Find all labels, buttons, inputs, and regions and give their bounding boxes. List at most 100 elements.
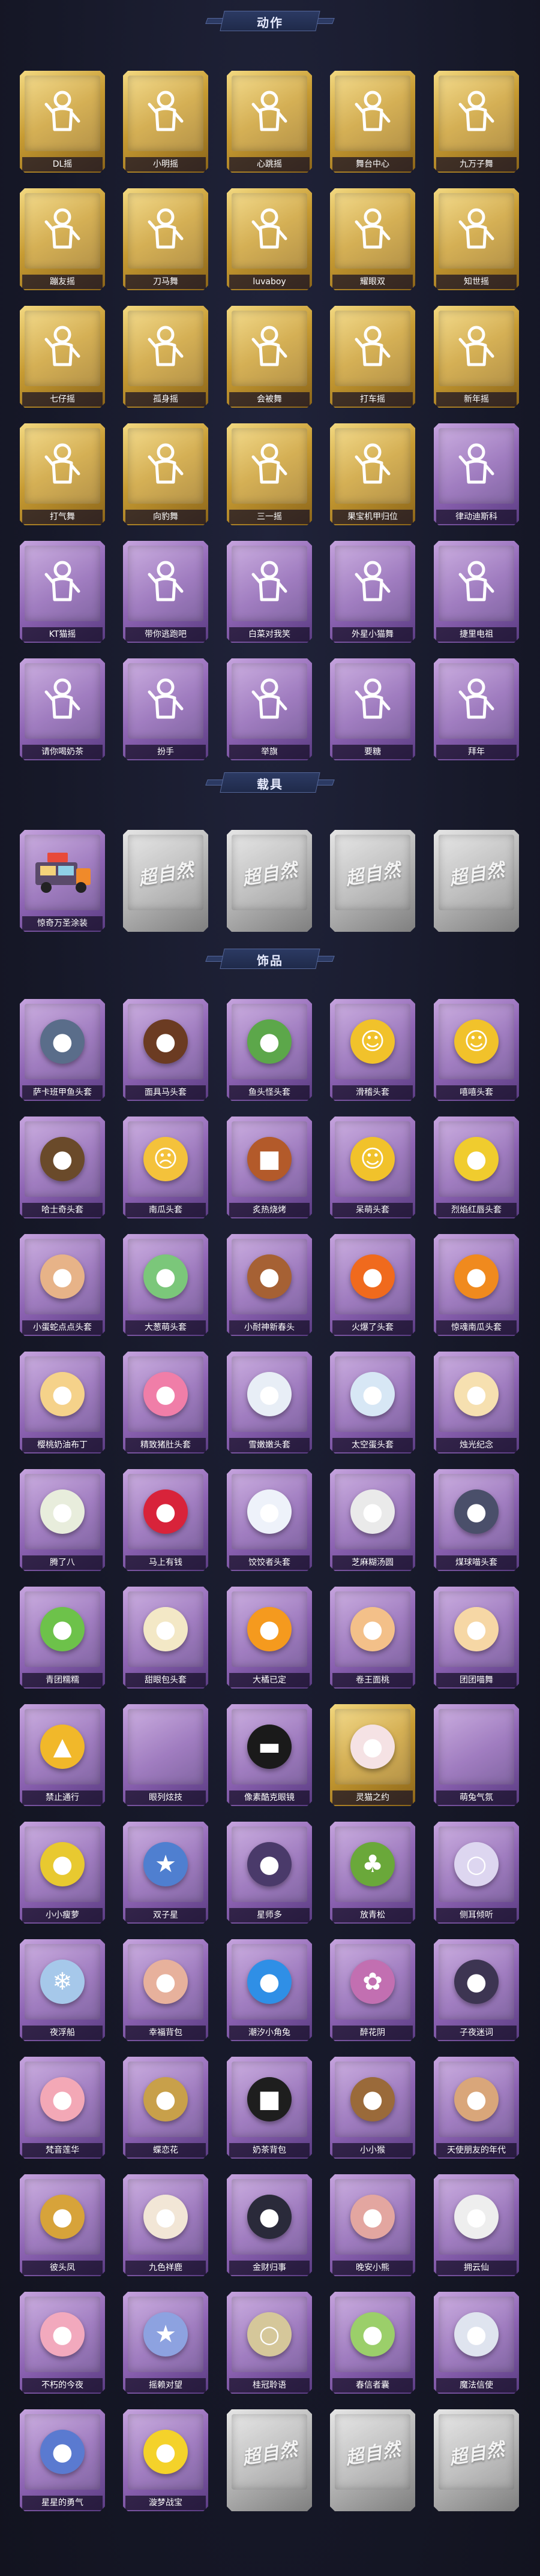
item-card[interactable]: 扮手 bbox=[123, 658, 208, 765]
item-card[interactable]: ● 小耐神新春头 bbox=[227, 1234, 312, 1341]
item-card[interactable]: ○ 侧耳倾听 bbox=[434, 1822, 519, 1928]
item-card[interactable]: KT猫摇 bbox=[20, 541, 105, 648]
item-card[interactable]: 刀马舞 bbox=[123, 188, 208, 295]
item-card[interactable]: 小明摇 bbox=[123, 71, 208, 177]
item-card[interactable]: ✿ 醉花阴 bbox=[330, 1939, 415, 2046]
item-card[interactable]: 超自然 bbox=[330, 2409, 415, 2516]
item-card[interactable]: ● 甜眼包头套 bbox=[123, 1587, 208, 1693]
item-card[interactable]: ● 烈焰红唇头套 bbox=[434, 1117, 519, 1223]
item-card[interactable]: 眼列炫技 bbox=[123, 1704, 208, 1811]
item-card[interactable]: ● 团团喵舞 bbox=[434, 1587, 519, 1693]
item-card[interactable]: ● 太空蛋头套 bbox=[330, 1352, 415, 1458]
item-card[interactable]: ■ 奶茶背包 bbox=[227, 2057, 312, 2163]
item-card[interactable]: ● 煤球喵头套 bbox=[434, 1469, 519, 1576]
item-card[interactable]: 律动迪斯科 bbox=[434, 423, 519, 530]
item-card[interactable]: ● 蝶恋花 bbox=[123, 2057, 208, 2163]
item-card[interactable]: 超自然 bbox=[123, 830, 208, 937]
item-card[interactable]: ● 星师多 bbox=[227, 1822, 312, 1928]
item-card[interactable]: ☹ 南瓜头套 bbox=[123, 1117, 208, 1223]
item-card[interactable]: ● 芝麻糊汤圆 bbox=[330, 1469, 415, 1576]
item-card[interactable]: ● 青团糯糯 bbox=[20, 1587, 105, 1693]
item-card[interactable]: 超自然 bbox=[434, 830, 519, 937]
item-card[interactable]: ☺ 嘻嘻头套 bbox=[434, 999, 519, 1106]
item-card[interactable]: ● 火爆了头套 bbox=[330, 1234, 415, 1341]
item-card[interactable]: ● 天使朋友的年代 bbox=[434, 2057, 519, 2163]
item-card[interactable]: 请你喝奶茶 bbox=[20, 658, 105, 765]
item-card[interactable]: ♣ 放青松 bbox=[330, 1822, 415, 1928]
item-card[interactable]: 超自然 bbox=[434, 2409, 519, 2516]
item-card[interactable]: ● 九色祥鹿 bbox=[123, 2174, 208, 2281]
item-card[interactable]: ● 萨卡班甲鱼头套 bbox=[20, 999, 105, 1106]
item-card[interactable]: 耀眼双 bbox=[330, 188, 415, 295]
item-card[interactable]: 心跳摇 bbox=[227, 71, 312, 177]
item-card[interactable]: ■ 炙热烧烤 bbox=[227, 1117, 312, 1223]
item-card[interactable]: 向豹舞 bbox=[123, 423, 208, 530]
item-card[interactable]: ● 不朽的今夜 bbox=[20, 2292, 105, 2399]
item-card[interactable]: ● 漩梦战宝 bbox=[123, 2409, 208, 2516]
item-card[interactable]: 孤身摇 bbox=[123, 306, 208, 413]
item-card[interactable]: 知世摇 bbox=[434, 188, 519, 295]
item-card[interactable]: 打气舞 bbox=[20, 423, 105, 530]
item-card[interactable]: ☺ 滑稽头套 bbox=[330, 999, 415, 1106]
item-card[interactable]: ▲ 禁止通行 bbox=[20, 1704, 105, 1811]
item-card[interactable]: 三一摇 bbox=[227, 423, 312, 530]
item-card[interactable]: ● 灵猫之约 bbox=[330, 1704, 415, 1811]
item-card[interactable]: ● 魔法信使 bbox=[434, 2292, 519, 2399]
item-card[interactable]: ○ 桂冠聆语 bbox=[227, 2292, 312, 2399]
item-card[interactable]: ★ 双子星 bbox=[123, 1822, 208, 1928]
item-card[interactable]: ● 小小瘦萝 bbox=[20, 1822, 105, 1928]
item-card[interactable]: 超自然 bbox=[227, 830, 312, 937]
item-card[interactable]: ▬ 像素酷克眼镜 bbox=[227, 1704, 312, 1811]
item-card[interactable]: ● 腾了八 bbox=[20, 1469, 105, 1576]
item-card[interactable]: ● 雪嫩嫩头套 bbox=[227, 1352, 312, 1458]
item-card[interactable]: ● 子夜迷词 bbox=[434, 1939, 519, 2046]
item-card[interactable]: ● 小小猴 bbox=[330, 2057, 415, 2163]
item-card[interactable]: ● 哈士奇头套 bbox=[20, 1117, 105, 1223]
item-card[interactable]: ❄ 夜浮船 bbox=[20, 1939, 105, 2046]
item-card[interactable]: ● 潮汐小角兔 bbox=[227, 1939, 312, 2046]
item-card[interactable]: DL摇 bbox=[20, 71, 105, 177]
item-card[interactable]: 萌兔气氛 bbox=[434, 1704, 519, 1811]
item-card[interactable]: 要糖 bbox=[330, 658, 415, 765]
item-card[interactable]: luvaboy bbox=[227, 188, 312, 295]
item-card[interactable]: ● 鱼头怪头套 bbox=[227, 999, 312, 1106]
item-card[interactable]: 拜年 bbox=[434, 658, 519, 765]
item-card[interactable]: 果宝机甲归位 bbox=[330, 423, 415, 530]
item-card[interactable]: ● 梵音莲华 bbox=[20, 2057, 105, 2163]
item-card[interactable]: ● 金财归事 bbox=[227, 2174, 312, 2281]
item-card[interactable]: 捷里电祖 bbox=[434, 541, 519, 648]
item-card[interactable]: 超自然 bbox=[227, 2409, 312, 2516]
item-card[interactable]: ● 惊魂南瓜头套 bbox=[434, 1234, 519, 1341]
item-card[interactable]: ● 面具马头套 bbox=[123, 999, 208, 1106]
item-card[interactable]: ● 幸福背包 bbox=[123, 1939, 208, 2046]
item-card[interactable]: ● 樱桃奶油布丁 bbox=[20, 1352, 105, 1458]
item-card[interactable]: ● 大橘已定 bbox=[227, 1587, 312, 1693]
item-card[interactable]: 举旗 bbox=[227, 658, 312, 765]
item-card[interactable]: ● 卷王面桃 bbox=[330, 1587, 415, 1693]
item-card[interactable]: ● 小蛋蛇点点头套 bbox=[20, 1234, 105, 1341]
item-card[interactable]: ● 星星的勇气 bbox=[20, 2409, 105, 2516]
item-card[interactable]: 带你逃跑吧 bbox=[123, 541, 208, 648]
item-card[interactable]: ● 晚安小熊 bbox=[330, 2174, 415, 2281]
item-card[interactable]: ● 饺饺者头套 bbox=[227, 1469, 312, 1576]
item-card[interactable]: ☺ 呆萌头套 bbox=[330, 1117, 415, 1223]
item-card[interactable]: ● 彼头凤 bbox=[20, 2174, 105, 2281]
item-card[interactable]: 七仔摇 bbox=[20, 306, 105, 413]
item-card[interactable]: ● 马上有钱 bbox=[123, 1469, 208, 1576]
item-card[interactable]: 舞台中心 bbox=[330, 71, 415, 177]
item-card[interactable]: 超自然 bbox=[330, 830, 415, 937]
item-card[interactable]: 新年摇 bbox=[434, 306, 519, 413]
item-card[interactable]: 蹦友摇 bbox=[20, 188, 105, 295]
item-card[interactable]: ★ 摇赖对望 bbox=[123, 2292, 208, 2399]
item-card[interactable]: 外星小猫舞 bbox=[330, 541, 415, 648]
item-card[interactable]: ● 春信者囊 bbox=[330, 2292, 415, 2399]
item-card[interactable]: 打车摇 bbox=[330, 306, 415, 413]
item-card[interactable]: 惊奇万圣涂装 bbox=[20, 830, 105, 937]
item-card[interactable]: ● 拥云仙 bbox=[434, 2174, 519, 2281]
item-card[interactable]: ● 精致猪肚头套 bbox=[123, 1352, 208, 1458]
item-card[interactable]: 会被舞 bbox=[227, 306, 312, 413]
item-card[interactable]: 白菜对我笑 bbox=[227, 541, 312, 648]
item-card[interactable]: 九万子舞 bbox=[434, 71, 519, 177]
item-card[interactable]: ● 烛光纪念 bbox=[434, 1352, 519, 1458]
item-card[interactable]: ● 大葱萌头套 bbox=[123, 1234, 208, 1341]
